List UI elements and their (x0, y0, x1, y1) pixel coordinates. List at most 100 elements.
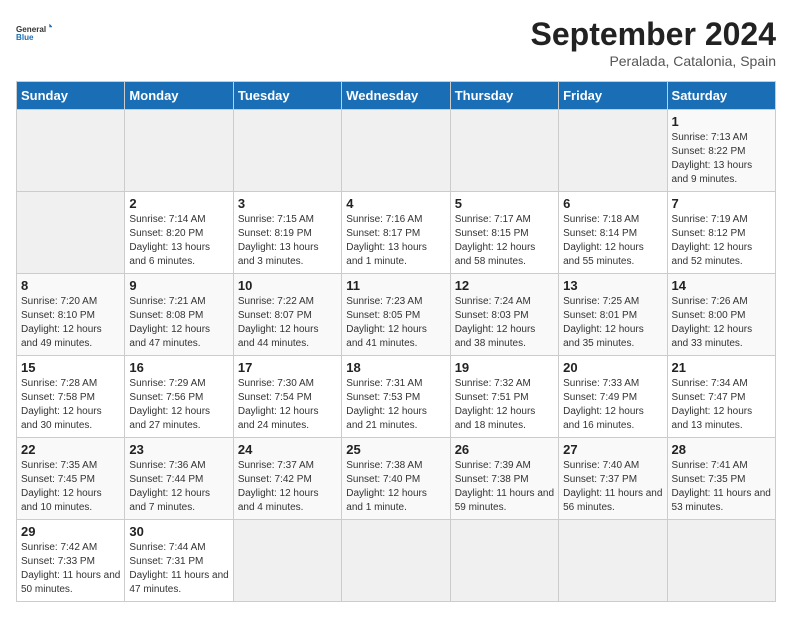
day-number: 10 (238, 278, 337, 293)
day-number: 13 (563, 278, 662, 293)
calendar-cell (342, 520, 450, 602)
calendar-cell (667, 520, 775, 602)
day-number: 5 (455, 196, 554, 211)
day-detail: Sunrise: 7:36 AMSunset: 7:44 PMDaylight:… (129, 460, 210, 513)
day-detail: Sunrise: 7:21 AMSunset: 8:08 PMDaylight:… (129, 296, 210, 349)
calendar-cell: 30 Sunrise: 7:44 AMSunset: 7:31 PMDaylig… (125, 520, 233, 602)
empty-cell (450, 110, 558, 192)
calendar-row: 15 Sunrise: 7:28 AMSunset: 7:58 PMDaylig… (17, 356, 776, 438)
calendar-row: 2 Sunrise: 7:14 AMSunset: 8:20 PMDayligh… (17, 192, 776, 274)
calendar-cell: 18 Sunrise: 7:31 AMSunset: 7:53 PMDaylig… (342, 356, 450, 438)
day-detail: Sunrise: 7:17 AMSunset: 8:15 PMDaylight:… (455, 214, 536, 267)
title-block: September 2024 Peralada, Catalonia, Spai… (531, 16, 776, 69)
day-number: 19 (455, 360, 554, 375)
day-detail: Sunrise: 7:30 AMSunset: 7:54 PMDaylight:… (238, 378, 319, 431)
day-number: 7 (672, 196, 771, 211)
day-detail: Sunrise: 7:20 AMSunset: 8:10 PMDaylight:… (21, 296, 102, 349)
day-number: 23 (129, 442, 228, 457)
calendar-cell: 20 Sunrise: 7:33 AMSunset: 7:49 PMDaylig… (559, 356, 667, 438)
calendar-cell (450, 520, 558, 602)
day-number: 11 (346, 278, 445, 293)
logo: General Blue (16, 16, 52, 52)
day-number: 8 (21, 278, 120, 293)
header-cell-friday: Friday (559, 82, 667, 110)
logo-svg: General Blue (16, 16, 52, 52)
day-detail: Sunrise: 7:16 AMSunset: 8:17 PMDaylight:… (346, 214, 427, 267)
day-detail: Sunrise: 7:22 AMSunset: 8:07 PMDaylight:… (238, 296, 319, 349)
calendar-cell (233, 520, 341, 602)
calendar-cell: 12 Sunrise: 7:24 AMSunset: 8:03 PMDaylig… (450, 274, 558, 356)
day-number: 9 (129, 278, 228, 293)
day-detail: Sunrise: 7:18 AMSunset: 8:14 PMDaylight:… (563, 214, 644, 267)
day-detail: Sunrise: 7:15 AMSunset: 8:19 PMDaylight:… (238, 214, 319, 267)
day-number: 30 (129, 524, 228, 539)
empty-cell (559, 110, 667, 192)
calendar-cell: 15 Sunrise: 7:28 AMSunset: 7:58 PMDaylig… (17, 356, 125, 438)
day-detail: Sunrise: 7:31 AMSunset: 7:53 PMDaylight:… (346, 378, 427, 431)
svg-text:General: General (16, 25, 46, 34)
day-number: 17 (238, 360, 337, 375)
day-detail: Sunrise: 7:24 AMSunset: 8:03 PMDaylight:… (455, 296, 536, 349)
day-number: 2 (129, 196, 228, 211)
day-detail: Sunrise: 7:37 AMSunset: 7:42 PMDaylight:… (238, 460, 319, 513)
day-number: 4 (346, 196, 445, 211)
calendar-row: 8 Sunrise: 7:20 AMSunset: 8:10 PMDayligh… (17, 274, 776, 356)
day-detail: Sunrise: 7:40 AMSunset: 7:37 PMDaylight:… (563, 460, 662, 513)
calendar-cell: 2 Sunrise: 7:14 AMSunset: 8:20 PMDayligh… (125, 192, 233, 274)
day-detail: Sunrise: 7:41 AMSunset: 7:35 PMDaylight:… (672, 460, 771, 513)
svg-text:Blue: Blue (16, 33, 34, 42)
day-detail: Sunrise: 7:34 AMSunset: 7:47 PMDaylight:… (672, 378, 753, 431)
day-number: 25 (346, 442, 445, 457)
day-number: 21 (672, 360, 771, 375)
calendar-cell: 21 Sunrise: 7:34 AMSunset: 7:47 PMDaylig… (667, 356, 775, 438)
calendar-cell: 25 Sunrise: 7:38 AMSunset: 7:40 PMDaylig… (342, 438, 450, 520)
day-detail: Sunrise: 7:29 AMSunset: 7:56 PMDaylight:… (129, 378, 210, 431)
day-detail: Sunrise: 7:23 AMSunset: 8:05 PMDaylight:… (346, 296, 427, 349)
day-detail: Sunrise: 7:32 AMSunset: 7:51 PMDaylight:… (455, 378, 536, 431)
day-detail: Sunrise: 7:25 AMSunset: 8:01 PMDaylight:… (563, 296, 644, 349)
calendar-cell: 19 Sunrise: 7:32 AMSunset: 7:51 PMDaylig… (450, 356, 558, 438)
calendar-cell: 29 Sunrise: 7:42 AMSunset: 7:33 PMDaylig… (17, 520, 125, 602)
day-detail: Sunrise: 7:19 AMSunset: 8:12 PMDaylight:… (672, 214, 753, 267)
day-number: 12 (455, 278, 554, 293)
calendar-cell: 22 Sunrise: 7:35 AMSunset: 7:45 PMDaylig… (17, 438, 125, 520)
day-detail: Sunrise: 7:38 AMSunset: 7:40 PMDaylight:… (346, 460, 427, 513)
calendar-cell: 3 Sunrise: 7:15 AMSunset: 8:19 PMDayligh… (233, 192, 341, 274)
empty-cell (17, 192, 125, 274)
calendar-cell: 4 Sunrise: 7:16 AMSunset: 8:17 PMDayligh… (342, 192, 450, 274)
day-number: 3 (238, 196, 337, 211)
calendar-cell: 26 Sunrise: 7:39 AMSunset: 7:38 PMDaylig… (450, 438, 558, 520)
day-number: 20 (563, 360, 662, 375)
calendar-table: SundayMondayTuesdayWednesdayThursdayFrid… (16, 81, 776, 602)
day-detail: Sunrise: 7:26 AMSunset: 8:00 PMDaylight:… (672, 296, 753, 349)
calendar-cell: 23 Sunrise: 7:36 AMSunset: 7:44 PMDaylig… (125, 438, 233, 520)
header-cell-wednesday: Wednesday (342, 82, 450, 110)
day-number: 1 (672, 114, 771, 129)
calendar-row: 22 Sunrise: 7:35 AMSunset: 7:45 PMDaylig… (17, 438, 776, 520)
main-title: September 2024 (531, 16, 776, 53)
header-cell-monday: Monday (125, 82, 233, 110)
header: General Blue September 2024 Peralada, Ca… (16, 16, 776, 69)
calendar-cell: 16 Sunrise: 7:29 AMSunset: 7:56 PMDaylig… (125, 356, 233, 438)
calendar-row: 1 Sunrise: 7:13 AMSunset: 8:22 PMDayligh… (17, 110, 776, 192)
calendar-cell: 1 Sunrise: 7:13 AMSunset: 8:22 PMDayligh… (667, 110, 775, 192)
empty-cell (233, 110, 341, 192)
calendar-cell: 13 Sunrise: 7:25 AMSunset: 8:01 PMDaylig… (559, 274, 667, 356)
calendar-cell: 28 Sunrise: 7:41 AMSunset: 7:35 PMDaylig… (667, 438, 775, 520)
calendar-cell: 7 Sunrise: 7:19 AMSunset: 8:12 PMDayligh… (667, 192, 775, 274)
day-detail: Sunrise: 7:39 AMSunset: 7:38 PMDaylight:… (455, 460, 554, 513)
empty-cell (17, 110, 125, 192)
calendar-cell: 8 Sunrise: 7:20 AMSunset: 8:10 PMDayligh… (17, 274, 125, 356)
calendar-cell (559, 520, 667, 602)
header-row: SundayMondayTuesdayWednesdayThursdayFrid… (17, 82, 776, 110)
day-number: 26 (455, 442, 554, 457)
calendar-cell: 27 Sunrise: 7:40 AMSunset: 7:37 PMDaylig… (559, 438, 667, 520)
day-number: 27 (563, 442, 662, 457)
day-number: 24 (238, 442, 337, 457)
day-number: 6 (563, 196, 662, 211)
empty-cell (342, 110, 450, 192)
calendar-cell: 6 Sunrise: 7:18 AMSunset: 8:14 PMDayligh… (559, 192, 667, 274)
day-detail: Sunrise: 7:42 AMSunset: 7:33 PMDaylight:… (21, 542, 120, 595)
calendar-cell: 10 Sunrise: 7:22 AMSunset: 8:07 PMDaylig… (233, 274, 341, 356)
calendar-cell: 11 Sunrise: 7:23 AMSunset: 8:05 PMDaylig… (342, 274, 450, 356)
